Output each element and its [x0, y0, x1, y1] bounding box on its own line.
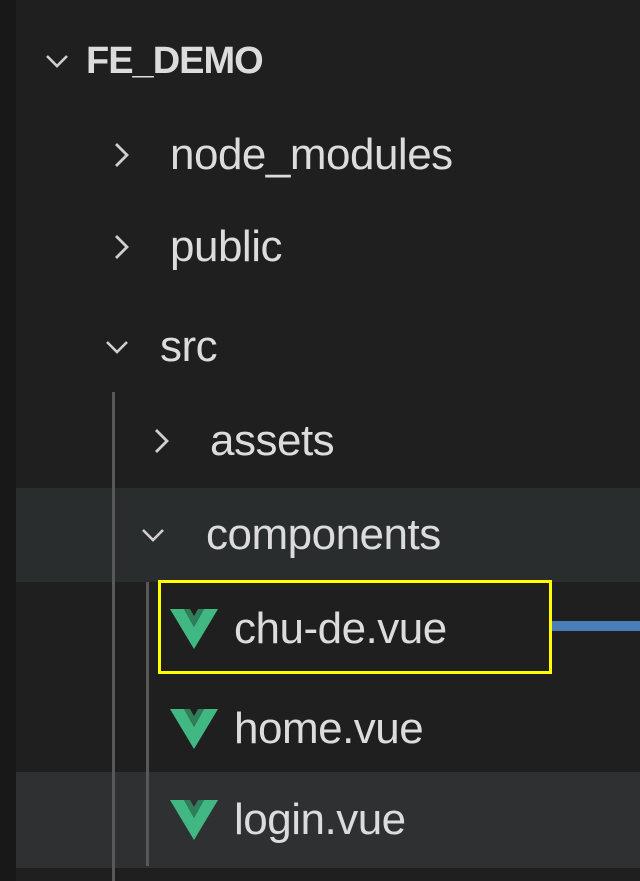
annotation-arrow [552, 621, 640, 631]
vue-file-icon [168, 798, 220, 842]
vue-file-icon [168, 707, 220, 751]
chevron-right-icon[interactable] [106, 140, 136, 170]
tree-item-src[interactable]: src [16, 300, 640, 394]
chevron-right-icon[interactable] [146, 426, 176, 456]
explorer-root-fe-demo[interactable]: FE_DEMO [16, 14, 640, 108]
tree-item-label: components [206, 510, 441, 559]
tree-item-home-vue[interactable]: home.vue [16, 682, 640, 776]
chevron-down-icon[interactable] [102, 332, 132, 362]
tree-item-label: login.vue [234, 795, 406, 844]
explorer-root-label: FE_DEMO [86, 40, 264, 82]
file-explorer: FE_DEMO node_modules public src assets c… [16, 0, 640, 881]
chevron-right-icon[interactable] [106, 232, 136, 262]
chevron-down-icon[interactable] [138, 520, 168, 550]
indent-guide-components [146, 582, 149, 866]
tree-item-assets[interactable]: assets [16, 394, 640, 488]
tree-item-login-vue[interactable]: login.vue [16, 772, 640, 868]
tree-item-label: public [170, 222, 282, 271]
indent-guide-src [112, 392, 115, 881]
tree-item-label: assets [210, 416, 335, 465]
tree-item-label: node_modules [170, 130, 453, 179]
tree-item-label: src [160, 322, 218, 371]
highlight-box [158, 580, 552, 674]
tree-item-components[interactable]: components [16, 488, 640, 582]
tree-item-label: home.vue [234, 704, 424, 753]
chevron-down-icon[interactable] [42, 46, 72, 76]
tree-item-public[interactable]: public [16, 200, 640, 294]
tree-item-node-modules[interactable]: node_modules [16, 108, 640, 202]
